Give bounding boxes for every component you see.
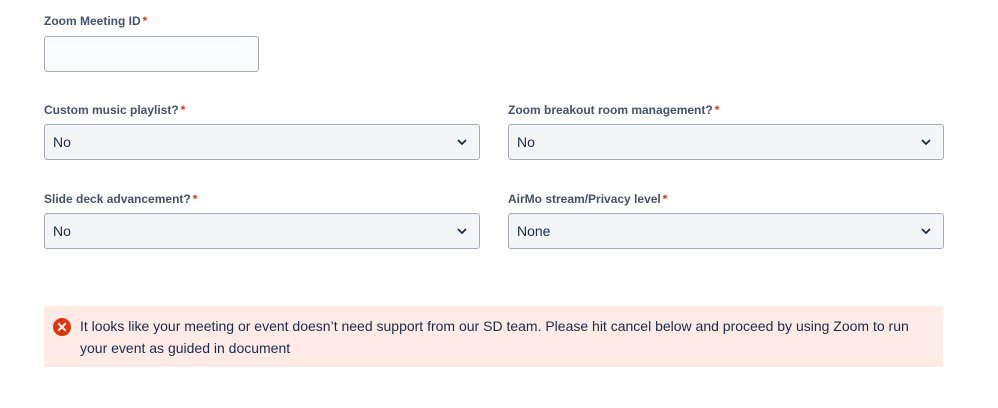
airmo-stream-privacy-value: None [517,223,551,239]
required-indicator: * [142,14,148,28]
zoom-breakout-room-field: Zoom breakout room management? * No [508,102,944,162]
custom-music-playlist-value: No [53,134,71,150]
custom-music-playlist-label: Custom music playlist? * [44,102,480,118]
slide-deck-advancement-value: No [53,223,71,239]
chevron-down-icon [921,139,931,145]
required-indicator: * [714,103,720,117]
chevron-down-icon [457,139,467,145]
alert-message: It looks like your meeting or event does… [80,318,909,356]
slide-deck-advancement-label-text: Slide deck advancement? [44,192,191,206]
error-icon [53,318,71,336]
airmo-stream-privacy-field: AirMo stream/Privacy level * None [508,191,944,251]
zoom-meeting-id-field: Zoom Meeting ID * [44,13,259,73]
slide-deck-advancement-select[interactable]: No [44,213,480,249]
airmo-stream-privacy-label-text: AirMo stream/Privacy level [508,192,661,206]
custom-music-playlist-field: Custom music playlist? * No [44,102,480,162]
airmo-stream-privacy-select[interactable]: None [508,213,944,249]
zoom-meeting-id-input[interactable] [44,36,259,72]
required-indicator: * [180,103,186,117]
custom-music-playlist-label-text: Custom music playlist? [44,103,179,117]
airmo-stream-privacy-label: AirMo stream/Privacy level * [508,191,944,207]
chevron-down-icon [457,228,467,234]
zoom-breakout-room-select[interactable]: No [508,124,944,160]
slide-deck-advancement-field: Slide deck advancement? * No [44,191,480,251]
zoom-meeting-id-label: Zoom Meeting ID * [44,13,259,29]
zoom-breakout-room-label: Zoom breakout room management? * [508,102,944,118]
required-indicator: * [192,192,198,206]
custom-music-playlist-select[interactable]: No [44,124,480,160]
form-page: Zoom Meeting ID * Custom music playlist? *… [0,0,998,408]
required-indicator: * [662,192,668,206]
slide-deck-advancement-label: Slide deck advancement? * [44,191,480,207]
zoom-breakout-room-value: No [517,134,535,150]
zoom-breakout-room-label-text: Zoom breakout room management? [508,103,713,117]
chevron-down-icon [921,228,931,234]
error-alert: It looks like your meeting or event does… [44,306,943,367]
zoom-meeting-id-label-text: Zoom Meeting ID [44,14,141,28]
